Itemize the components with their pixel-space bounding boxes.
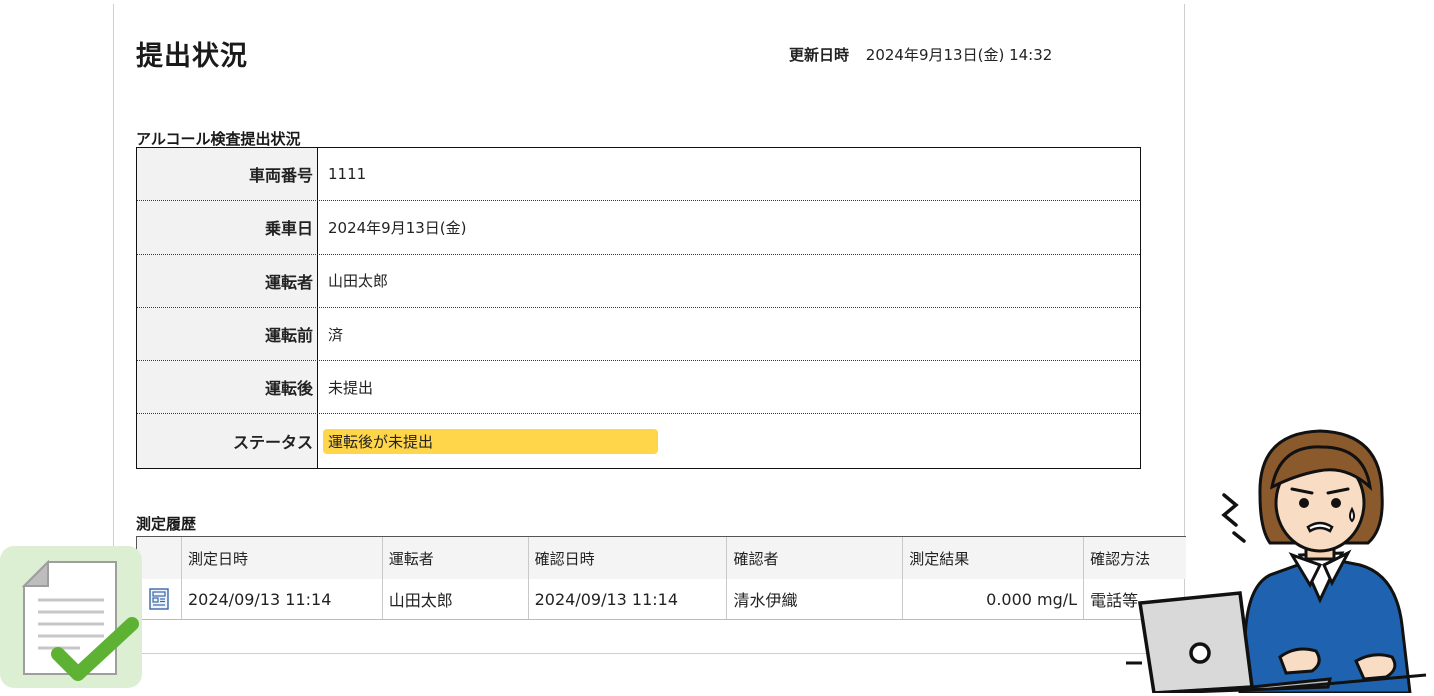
table-row[interactable]: 2024/09/13 11:14 山田太郎 2024/09/13 11:14 清… [137, 579, 1186, 620]
header-confirmer[interactable]: 確認者 [726, 537, 902, 579]
row-driver: 運転者 山田太郎 [137, 254, 1140, 308]
status-badge: 運転後が未提出 [323, 428, 658, 454]
after-driving-value: 未提出 [328, 378, 374, 397]
row-before-driving: 運転前 済 [137, 307, 1140, 362]
row-vehicle-number: 車両番号 1111 [137, 148, 1140, 202]
row-ride-date: 乗車日 2024年9月13日(金) [137, 201, 1140, 255]
row-status: ステータス 運転後が未提出 [137, 414, 1140, 468]
status-label: ステータス [137, 414, 318, 468]
result-cell: 0.000 mg/L [902, 579, 1083, 619]
document-detail-icon[interactable] [149, 588, 169, 610]
status-value-cell: 運転後が未提出 [318, 414, 1140, 467]
checked-document-icon [0, 546, 142, 688]
alcohol-status-table: 車両番号 1111 乗車日 2024年9月13日(金) 運転者 山田太郎 運転前… [136, 147, 1141, 469]
page-title: 提出状況 [136, 41, 248, 72]
measurement-history-table: 測定日時 運転者 確認日時 確認者 測定結果 確認方法 2024/09/13 1… [136, 536, 1186, 620]
driver-cell: 山田太郎 [381, 579, 528, 619]
after-driving-label: 運転後 [137, 361, 318, 414]
confirmer-cell: 清水伊織 [726, 579, 902, 619]
before-driving-value: 済 [328, 325, 344, 344]
ride-date-label: 乗車日 [137, 201, 318, 254]
worried-person-laptop-illustration [1126, 429, 1427, 693]
header-measured-at[interactable]: 測定日時 [180, 537, 382, 579]
before-driving-label: 運転前 [137, 307, 318, 361]
vehicle-number-value: 1111 [328, 165, 367, 184]
alcohol-section-title: アルコール検査提出状況 [136, 130, 301, 148]
header-driver[interactable]: 運転者 [381, 537, 528, 579]
status-card: 提出状況 更新日時 2024年9月13日(金) 14:32 アルコール検査提出状… [113, 4, 1186, 654]
updated-value: 2024年9月13日(金) 14:32 [865, 46, 1053, 64]
header-result[interactable]: 測定結果 [902, 537, 1083, 579]
history-header-row: 測定日時 運転者 確認日時 確認者 測定結果 確認方法 [137, 537, 1186, 579]
measured-at-cell: 2024/09/13 11:14 [180, 579, 382, 619]
row-detail-cell[interactable] [137, 579, 181, 619]
updated-label: 更新日時 [789, 46, 850, 64]
header-icon-column [137, 537, 181, 579]
history-section-title: 測定履歴 [136, 515, 197, 533]
screen: 提出状況 更新日時 2024年9月13日(金) 14:32 アルコール検査提出状… [0, 0, 1434, 696]
updated-datetime: 更新日時 2024年9月13日(金) 14:32 [789, 44, 1052, 65]
driver-label: 運転者 [137, 254, 318, 307]
row-after-driving: 運転後 未提出 [137, 361, 1140, 415]
driver-value: 山田太郎 [328, 272, 389, 291]
vehicle-number-label: 車両番号 [137, 148, 318, 201]
ride-date-value: 2024年9月13日(金) [328, 218, 467, 237]
header-confirmed-at[interactable]: 確認日時 [527, 537, 727, 579]
confirmed-at-cell: 2024/09/13 11:14 [527, 579, 727, 619]
